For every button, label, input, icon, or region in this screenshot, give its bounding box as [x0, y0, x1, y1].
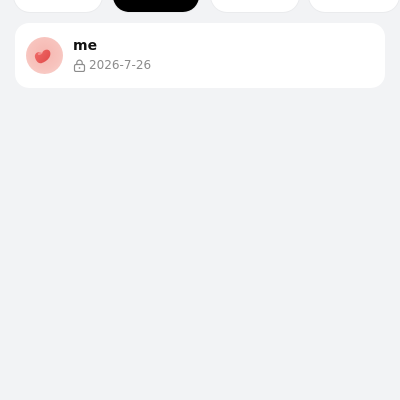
filter-pill-2-selected[interactable]	[113, 0, 199, 12]
filter-pill-3[interactable]	[211, 0, 299, 12]
filter-pill-4[interactable]	[309, 0, 399, 12]
filter-pill-1[interactable]	[14, 0, 102, 12]
item-date: 2026-7-26	[89, 58, 152, 72]
lock-icon	[73, 59, 86, 72]
item-title: me	[73, 38, 98, 54]
item-meta: 2026-7-26	[73, 57, 151, 73]
app-screen: me 2026-7-26	[0, 0, 400, 400]
list-item[interactable]: me 2026-7-26	[15, 23, 385, 88]
red-heart-avatar-icon	[34, 49, 51, 64]
avatar	[26, 37, 63, 74]
